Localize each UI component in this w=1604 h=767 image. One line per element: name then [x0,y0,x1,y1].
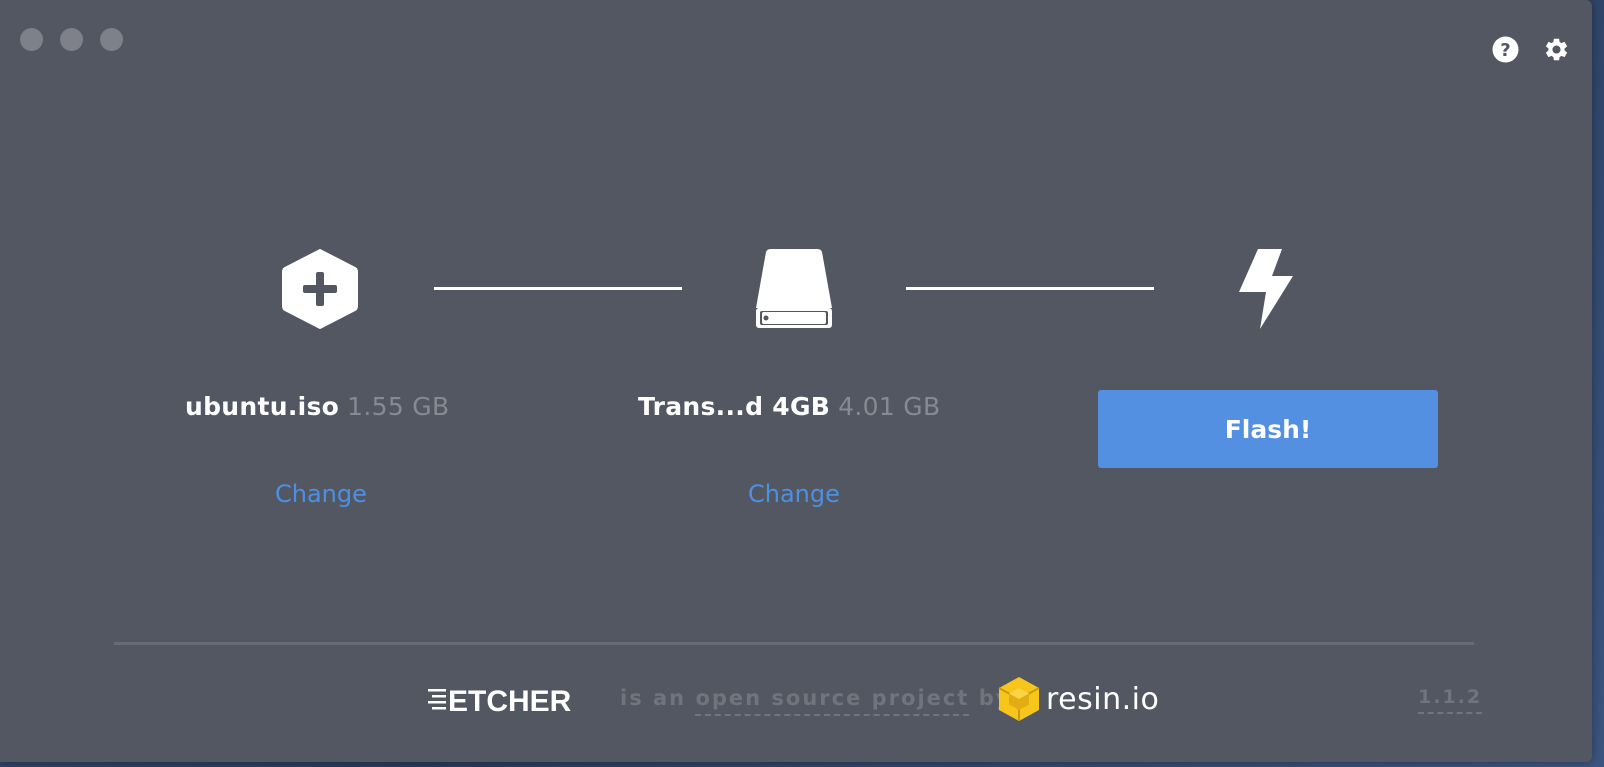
etcher-window: ? ubuntu.iso 1.55 GB Trans...d 4GB 4.01 … [0,0,1592,762]
footer-text-prefix: is an [620,686,696,710]
resin-cube-icon [998,677,1040,721]
change-drive-link[interactable]: Change [748,480,840,508]
step-connector-2 [906,287,1154,290]
lightning-icon [1238,248,1294,334]
drive-label: Trans...d 4GB 4.01 GB [638,392,940,421]
image-size: 1.55 GB [347,392,450,421]
drive-name: Trans...d 4GB [638,392,831,421]
step-connector-1 [434,287,682,290]
footer-divider [114,642,1474,645]
drive-size: 4.01 GB [838,392,941,421]
resin-logo[interactable]: resin.io [998,676,1159,722]
etcher-brand-text: ETCHER [448,685,572,714]
footer-text: is an open source project by [620,686,1011,716]
drive-icon[interactable] [754,248,834,334]
image-label: ubuntu.iso 1.55 GB [185,392,449,421]
image-name: ubuntu.iso [185,392,340,421]
footer: ETCHER is an open source project by resi… [0,676,1592,726]
flash-button[interactable]: Flash! [1098,390,1438,468]
add-image-icon[interactable] [282,248,358,334]
flash-steps: ubuntu.iso 1.55 GB Trans...d 4GB 4.01 GB C… [0,0,1592,762]
resin-company-text: resin.io [1046,681,1160,717]
open-source-link[interactable]: open source project [695,686,970,716]
change-image-link[interactable]: Change [275,480,367,508]
version-label[interactable]: 1.1.2 [1418,686,1483,714]
etcher-logo[interactable]: ETCHER [428,684,596,718]
